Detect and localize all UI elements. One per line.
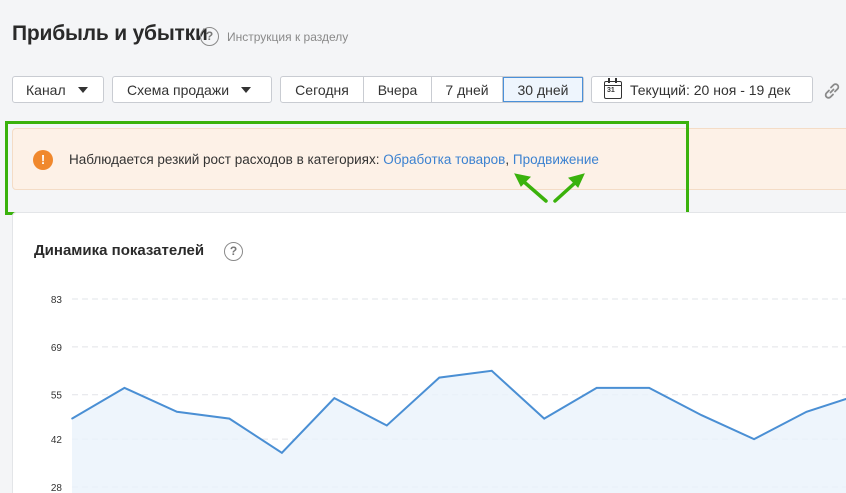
period-selector: Сегодня Вчера 7 дней 30 дней	[280, 76, 584, 103]
data-point	[438, 376, 441, 379]
channel-dropdown[interactable]: Канал	[12, 76, 104, 103]
annotation-arrows-icon	[514, 173, 585, 203]
help-icon[interactable]: ?	[200, 27, 219, 46]
metrics-line-chart: 83 69 55 42 28	[51, 295, 846, 493]
data-point	[281, 452, 283, 454]
calendar-day: 31	[607, 86, 615, 94]
data-point	[648, 387, 650, 389]
metrics-card: Динамика показателей ? 83 69 55 42 28	[12, 212, 846, 493]
channel-label: Канал	[26, 81, 66, 98]
caret-down-icon	[77, 86, 88, 93]
y-tick-label: 83	[51, 295, 63, 306]
data-point	[700, 414, 703, 417]
date-range-label: Текущий: 20 ноя - 19 дек	[630, 81, 791, 98]
caret-down-icon	[241, 86, 252, 93]
data-point	[490, 369, 493, 372]
sale-scheme-dropdown[interactable]: Схема продажи	[112, 76, 272, 103]
data-point	[228, 417, 231, 420]
data-point	[176, 411, 178, 413]
data-point	[595, 387, 598, 389]
data-point	[753, 438, 755, 440]
calendar-icon: 31	[604, 77, 622, 99]
date-range-button[interactable]: 31 Текущий: 20 ноя - 19 дек	[591, 76, 813, 103]
period-30-days-button[interactable]: 30 дней	[503, 77, 583, 102]
period-7-days-button[interactable]: 7 дней	[432, 77, 503, 102]
data-point	[386, 424, 388, 427]
data-point	[123, 387, 126, 389]
instruction-link[interactable]: Инструкция к разделу	[227, 30, 348, 44]
period-yesterday-button[interactable]: Вчера	[364, 77, 432, 102]
data-point	[333, 397, 336, 399]
y-tick-label: 69	[51, 343, 63, 354]
y-tick-label: 55	[51, 391, 63, 402]
data-point	[71, 417, 73, 420]
series-area	[72, 370, 846, 493]
y-tick-label: 28	[51, 483, 63, 493]
sale-scheme-label: Схема продажи	[127, 81, 230, 98]
period-today-button[interactable]: Сегодня	[281, 77, 364, 102]
y-tick-label: 42	[51, 435, 63, 446]
link-icon[interactable]	[822, 81, 842, 101]
data-point	[805, 411, 808, 413]
page-title: Прибыль и убытки	[12, 22, 208, 45]
data-point	[543, 417, 545, 420]
